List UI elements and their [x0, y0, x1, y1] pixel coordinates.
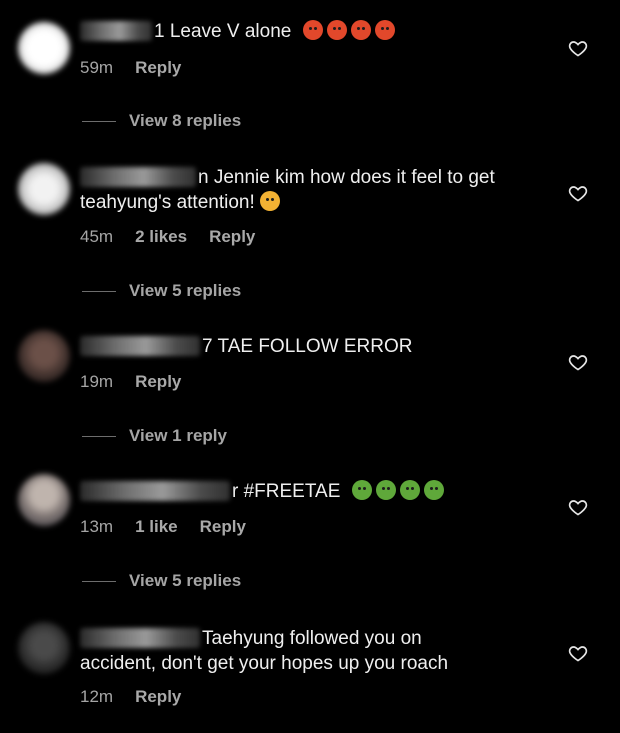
username-blurred[interactable]: [80, 336, 200, 356]
divider-line: [82, 120, 116, 122]
angry-face-emoji: [302, 20, 399, 42]
reply-button[interactable]: Reply: [200, 517, 246, 537]
comment-meta: 19m Reply: [80, 372, 181, 392]
reply-button[interactable]: Reply: [209, 227, 255, 247]
comment-text: 7 TAE FOLLOW ERROR: [80, 334, 550, 359]
avatar[interactable]: [18, 622, 70, 674]
comment-meta: 13m 1 like Reply: [80, 517, 246, 537]
likes-count[interactable]: 1 like: [135, 517, 178, 537]
avatar[interactable]: [18, 163, 70, 215]
comment-text: n Jennie kim how does it feel to get tea…: [80, 165, 550, 215]
nauseated-face-emoji: [351, 480, 448, 502]
comment-body-line2: accident, don't get your hopes up you ro…: [80, 653, 449, 674]
view-replies-link[interactable]: View 5 replies: [82, 571, 241, 591]
comment-body: r #FREETAE: [232, 481, 341, 502]
view-replies-link[interactable]: View 1 reply: [82, 426, 227, 446]
reply-button[interactable]: Reply: [135, 687, 181, 707]
divider-line: [82, 580, 116, 582]
heart-outline-icon[interactable]: [568, 497, 588, 517]
view-replies-label: View 8 replies: [129, 111, 242, 130]
view-replies-label: View 1 reply: [129, 426, 227, 445]
comment-text: r #FREETAE: [80, 479, 550, 504]
view-replies-link[interactable]: View 8 replies: [82, 111, 241, 131]
comment-time: 45m: [80, 227, 114, 246]
comment-time: 13m: [80, 517, 114, 536]
view-replies-label: View 5 replies: [129, 281, 242, 300]
divider-line: [82, 290, 116, 292]
username-blurred[interactable]: [80, 167, 196, 187]
username-blurred[interactable]: [80, 21, 152, 41]
username-blurred[interactable]: [80, 628, 200, 648]
comment-meta: 12m Reply: [80, 687, 181, 707]
upside-down-face-emoji: [260, 191, 281, 211]
username-blurred[interactable]: [80, 481, 230, 501]
comment-meta: 45m 2 likes Reply: [80, 227, 255, 247]
comment-body-line2: teahyung's attention!: [80, 192, 255, 213]
view-replies-label: View 5 replies: [129, 571, 242, 590]
reply-button[interactable]: Reply: [135, 58, 181, 78]
divider-line: [82, 435, 116, 437]
likes-count[interactable]: 2 likes: [135, 227, 187, 247]
comment-time: 12m: [80, 687, 114, 706]
view-replies-link[interactable]: View 5 replies: [82, 281, 241, 301]
heart-outline-icon[interactable]: [568, 352, 588, 372]
heart-outline-icon[interactable]: [568, 183, 588, 203]
avatar[interactable]: [18, 22, 70, 74]
comment-text: 1 Leave V alone: [80, 19, 550, 44]
comment-body: 7 TAE FOLLOW ERROR: [202, 336, 413, 357]
comment-meta: 59m Reply: [80, 58, 181, 78]
avatar[interactable]: [18, 474, 70, 526]
comment-body-line1: Taehyung followed you on: [202, 628, 422, 649]
comment-body-line1: n Jennie kim how does it feel to get: [198, 167, 495, 188]
heart-outline-icon[interactable]: [568, 38, 588, 58]
comment-body: 1 Leave V alone: [154, 21, 292, 42]
comment-text: Taehyung followed you on accident, don't…: [80, 626, 550, 676]
heart-outline-icon[interactable]: [568, 643, 588, 663]
reply-button[interactable]: Reply: [135, 372, 181, 392]
comment-time: 19m: [80, 372, 114, 391]
avatar[interactable]: [18, 330, 70, 382]
comment-time: 59m: [80, 58, 114, 77]
